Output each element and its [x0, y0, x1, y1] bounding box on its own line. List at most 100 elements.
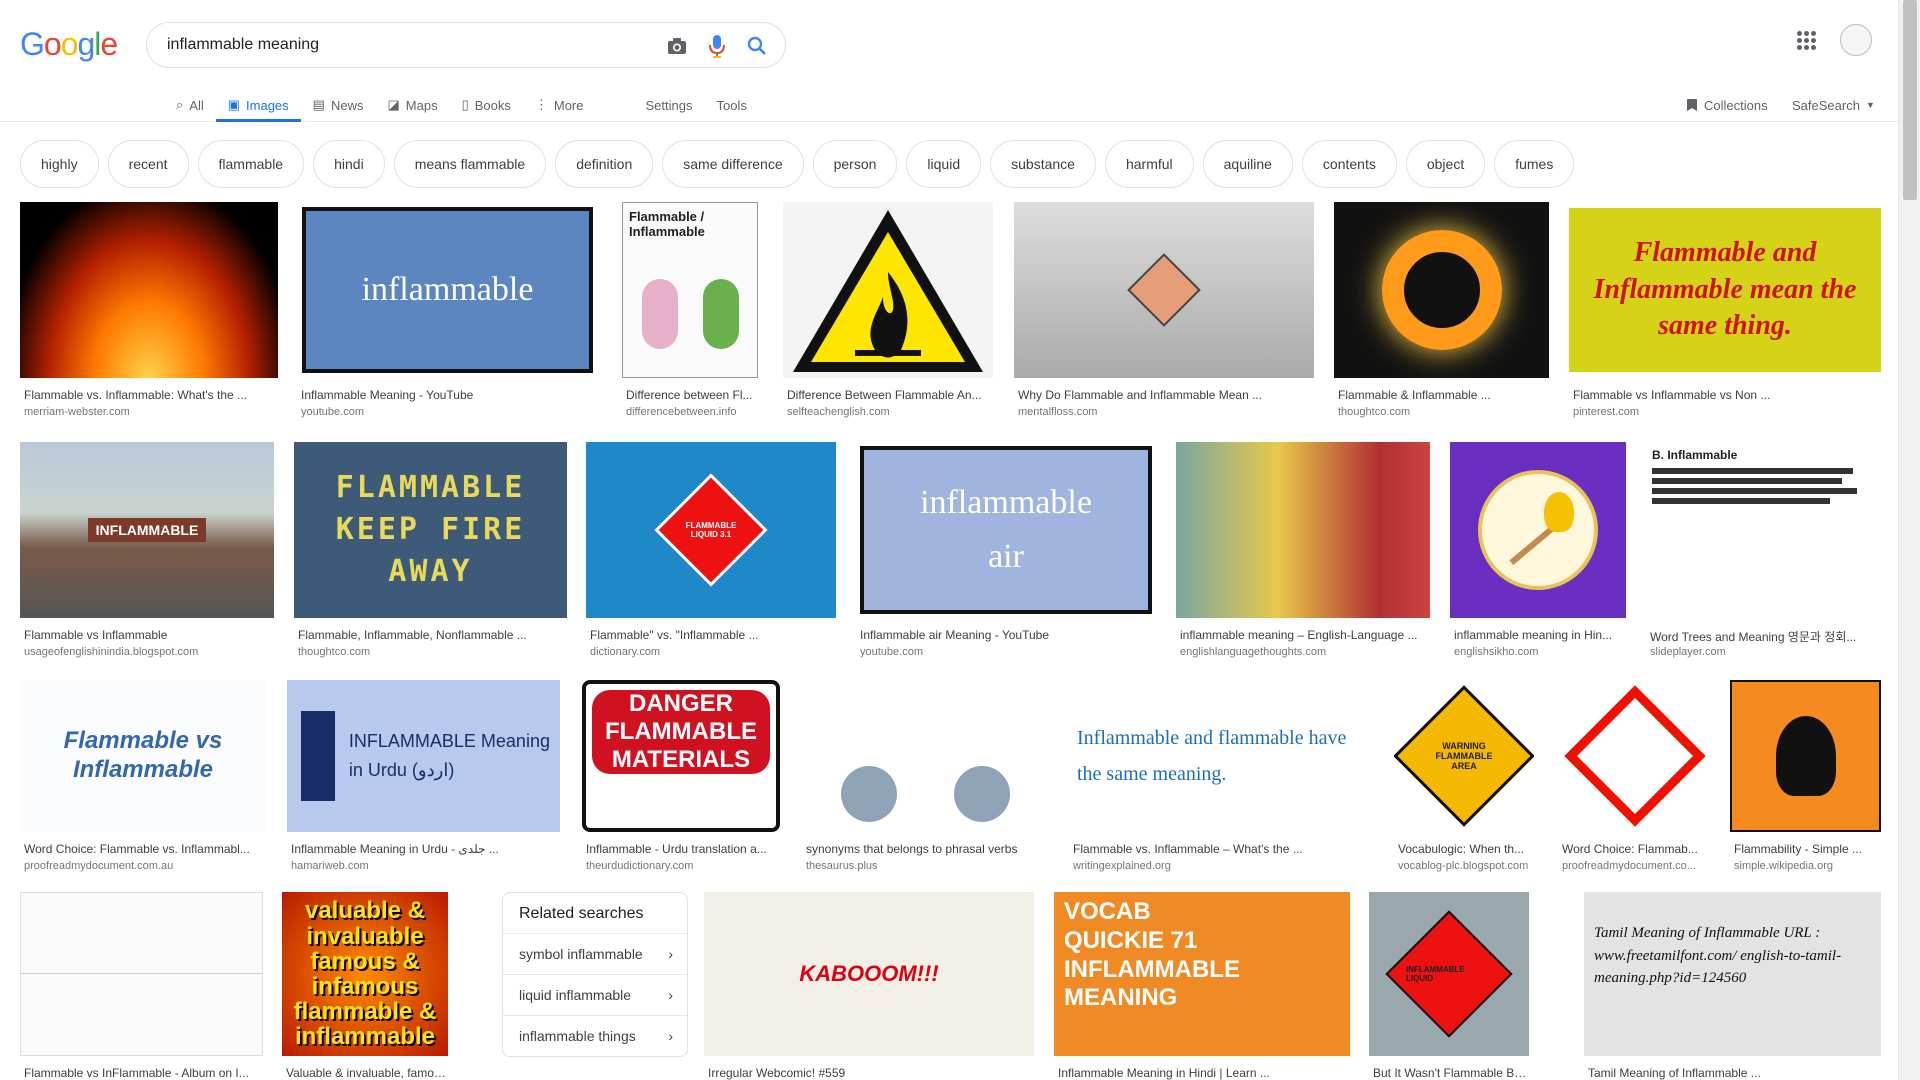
related-search-item[interactable]: inflammable things › — [503, 1015, 687, 1055]
result-title[interactable]: Vocabulogic: When th... — [1398, 842, 1532, 856]
result-title[interactable]: Tamil Meaning of Inflammable ... — [1588, 1066, 1879, 1080]
tab-all[interactable]: ⌕ All — [164, 88, 216, 122]
result-thumbnail[interactable] — [1730, 680, 1881, 832]
result-title[interactable]: Flammable vs InFlammable - Album on I... — [24, 1066, 261, 1080]
tab-maps[interactable]: ◪ Maps — [375, 88, 449, 122]
result-thumbnail[interactable]: VOCAB QUICKIE 71 INFLAMMABLE MEANING — [1054, 892, 1350, 1056]
google-logo[interactable]: Google — [20, 26, 118, 63]
result-source[interactable]: vocablog-plc.blogspot.com — [1398, 860, 1532, 872]
result-source[interactable]: mentalfloss.com — [1018, 406, 1312, 418]
image-result[interactable]: inflammable air Inflammable air Meaning -… — [856, 442, 1156, 668]
result-title[interactable]: Inflammable Meaning in Urdu - جلدی ... — [291, 842, 558, 856]
collections-button[interactable]: Collections — [1686, 88, 1768, 122]
result-source[interactable]: selfteachenglish.com — [787, 406, 991, 418]
result-thumbnail[interactable]: KABOOOM!!! — [704, 892, 1034, 1056]
image-result[interactable]: inflammable meaning in Hin... englishsikh… — [1450, 442, 1626, 668]
result-source[interactable]: theurdudictionary.com — [586, 860, 778, 872]
result-thumbnail[interactable]: Inflammable and flammable have the same … — [1069, 680, 1373, 832]
result-thumbnail[interactable] — [1014, 202, 1314, 378]
image-result[interactable]: Difference Between Flammable An... selfte… — [783, 202, 993, 428]
image-result[interactable]: INFLAMMABLE Meaning in Urdu (اردو) Inflam… — [287, 680, 560, 882]
result-thumbnail[interactable]: B. Inflammable — [1646, 442, 1881, 618]
result-title[interactable]: Inflammable Meaning in Hindi | Learn ... — [1058, 1066, 1348, 1080]
result-title[interactable]: Inflammable Meaning - YouTube — [301, 388, 596, 402]
result-source[interactable]: thoughtco.com — [1338, 406, 1547, 418]
result-title[interactable]: Word Trees and Meaning 영문과 정회... — [1650, 628, 1879, 645]
chip[interactable]: fumes — [1494, 140, 1575, 188]
search-icon[interactable] — [745, 34, 769, 58]
chip[interactable]: person — [812, 140, 898, 188]
tab-images[interactable]: ▣ Images — [215, 88, 301, 122]
result-source[interactable]: proofreadmydocument.co... — [1562, 860, 1709, 872]
result-thumbnail[interactable] — [1176, 442, 1430, 618]
image-result[interactable]: inflammable Inflammable Meaning - YouTube… — [297, 202, 598, 428]
image-result[interactable]: Inflammable and flammable have the same … — [1069, 680, 1373, 882]
result-thumbnail[interactable]: INFLAMMABLE LIQUID — [1369, 892, 1529, 1056]
related-search-item[interactable]: liquid inflammable › — [503, 974, 687, 1014]
result-title[interactable]: Flammable & Inflammable ... — [1338, 388, 1547, 402]
image-result[interactable]: Flammable & Inflammable ... thoughtco.com — [1334, 202, 1549, 428]
result-title[interactable]: Flammability - Simple ... — [1734, 842, 1879, 856]
tab-books[interactable]: ▯ Books — [450, 88, 523, 122]
result-title[interactable]: Inflammable - Urdu translation a... — [586, 842, 778, 856]
tab-news[interactable]: ▤ News — [301, 88, 376, 122]
result-source[interactable]: dictionary.com — [590, 646, 834, 658]
result-title[interactable]: Inflammable air Meaning - YouTube — [860, 628, 1154, 642]
result-title[interactable]: inflammable meaning – English-Language .… — [1180, 628, 1428, 642]
search-input[interactable] — [167, 23, 647, 67]
apps-icon[interactable] — [1794, 28, 1818, 52]
scrollbar[interactable] — [1898, 0, 1920, 1080]
chip[interactable]: recent — [107, 140, 189, 188]
image-result[interactable]: KABOOOM!!! Irregular Webcomic! #559 — [704, 892, 1034, 1080]
result-thumbnail[interactable]: FLAMMABLE LIQUID 3.1 — [586, 442, 836, 618]
result-thumbnail[interactable] — [802, 680, 1049, 832]
result-thumbnail[interactable]: valuable & invaluable famous & infamous … — [282, 892, 448, 1056]
result-title[interactable]: Flammable, Inflammable, Nonflammable ... — [298, 628, 565, 642]
result-title[interactable]: Flammable" vs. "Inflammable ... — [590, 628, 834, 642]
result-title[interactable]: inflammable meaning in Hin... — [1454, 628, 1624, 642]
mic-icon[interactable] — [705, 34, 729, 58]
camera-icon[interactable] — [665, 34, 689, 58]
result-source[interactable]: merriam-webster.com — [24, 406, 276, 418]
image-result[interactable]: FLAMMABLE KEEP FIRE AWAY Flammable, Infla… — [294, 442, 567, 668]
image-result[interactable]: Flammable and Inflammable mean the same … — [1569, 202, 1881, 428]
image-result[interactable]: WARNING FLAMMABLE AREA Vocabulogic: When … — [1394, 680, 1534, 882]
result-title[interactable]: Why Do Flammable and Inflammable Mean ..… — [1018, 388, 1312, 402]
image-result[interactable]: Why Do Flammable and Inflammable Mean ..… — [1014, 202, 1314, 428]
image-result[interactable]: B. Inflammable Word Trees and Meaning 영문과… — [1646, 442, 1881, 668]
result-thumbnail[interactable]: Flammable and Inflammable mean the same … — [1569, 202, 1881, 378]
result-source[interactable]: writingexplained.org — [1073, 860, 1371, 872]
result-source[interactable]: slideplayer.com — [1650, 646, 1879, 658]
result-thumbnail[interactable] — [1558, 680, 1711, 832]
image-result[interactable]: Tamil Meaning of Inflammable URL : www.f… — [1584, 892, 1881, 1080]
result-source[interactable]: simple.wikipedia.org — [1734, 860, 1879, 872]
tools-link[interactable]: Tools — [704, 88, 758, 122]
result-thumbnail[interactable] — [20, 202, 278, 378]
avatar[interactable] — [1840, 24, 1872, 56]
result-source[interactable]: hamariweb.com — [291, 860, 558, 872]
result-source[interactable]: englishlanguagethoughts.com — [1180, 646, 1428, 658]
image-result[interactable]: Flammable / Inflammable Difference betwee… — [622, 202, 758, 428]
chip[interactable]: highly — [20, 140, 99, 188]
chip[interactable]: substance — [990, 140, 1096, 188]
result-thumbnail[interactable]: Tamil Meaning of Inflammable URL : www.f… — [1584, 892, 1881, 1056]
chip[interactable]: hindi — [313, 140, 385, 188]
result-thumbnail[interactable]: FLAMMABLE KEEP FIRE AWAY — [294, 442, 567, 618]
result-thumbnail[interactable]: DANGER FLAMMABLE MATERIALS — [582, 680, 780, 832]
chip[interactable]: definition — [555, 140, 654, 188]
result-source[interactable]: thesaurus.plus — [806, 860, 1047, 872]
image-result[interactable]: FLAMMABLE LIQUID 3.1 Flammable" vs. "Infl… — [586, 442, 836, 668]
result-source[interactable]: thoughtco.com — [298, 646, 565, 658]
result-title[interactable]: Valuable & invaluable, famous ... — [286, 1066, 446, 1080]
chip[interactable]: means flammable — [393, 140, 547, 188]
result-title[interactable]: But It Wasn't Flammable Befor... — [1373, 1066, 1527, 1080]
result-thumbnail[interactable]: WARNING FLAMMABLE AREA — [1394, 680, 1534, 832]
image-result[interactable]: Flammability - Simple ... simple.wikipedi… — [1730, 680, 1881, 882]
result-source[interactable]: youtube.com — [860, 646, 1154, 658]
image-result[interactable]: Flammable vs Inflammable Word Choice: Fla… — [20, 680, 266, 882]
image-result[interactable]: Flammable vs. Inflammable: What's the ..… — [20, 202, 278, 428]
result-source[interactable]: pinterest.com — [1573, 406, 1879, 418]
result-thumbnail[interactable] — [1334, 202, 1549, 378]
chip[interactable]: harmful — [1104, 140, 1194, 188]
result-title[interactable]: Flammable vs. Inflammable – What's the .… — [1073, 842, 1371, 856]
